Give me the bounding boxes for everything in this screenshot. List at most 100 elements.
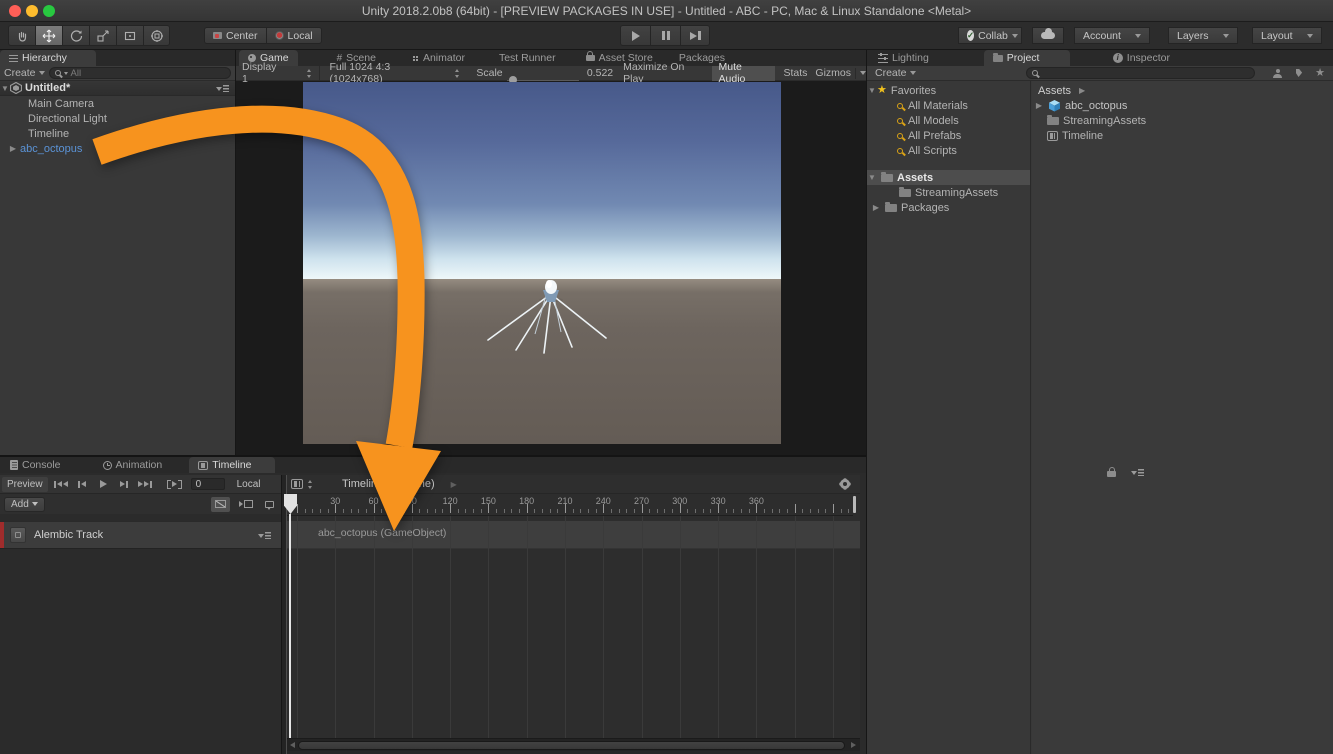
file-timeline[interactable]: Timeline — [1032, 128, 1333, 143]
timeline-hscrollbar[interactable] — [287, 738, 860, 751]
add-track-button[interactable]: Add — [4, 497, 45, 512]
marker-button[interactable] — [262, 497, 277, 512]
previous-frame-button[interactable] — [72, 477, 93, 491]
tab-hierarchy[interactable]: Hierarchy — [0, 50, 96, 66]
foldout-open-icon[interactable]: ▼ — [867, 86, 877, 95]
goto-start-button[interactable] — [51, 477, 72, 491]
pause-button[interactable] — [650, 25, 680, 46]
tab-inspector[interactable]: iInspector — [1104, 50, 1179, 66]
collab-dropdown[interactable]: Collab — [958, 27, 1022, 44]
list-icon — [9, 55, 18, 62]
preview-toggle[interactable]: Preview — [2, 477, 48, 492]
foldout-closed-icon[interactable]: ▶ — [1034, 101, 1044, 110]
mute-audio-button[interactable]: Mute Audio — [712, 66, 776, 81]
layout-dropdown[interactable]: Layout — [1252, 27, 1322, 44]
alembic-track-header[interactable]: Alembic Track — [0, 521, 281, 549]
play-range-button[interactable] — [164, 477, 185, 491]
pivot-center-button[interactable]: Center — [204, 27, 266, 44]
play-button[interactable] — [93, 477, 114, 491]
hierarchy-search-input[interactable]: All — [49, 67, 231, 79]
tree-streaming-assets[interactable]: StreamingAssets — [867, 185, 1030, 200]
play-button[interactable] — [620, 25, 650, 46]
clip-binding-label: abc_octopus (GameObject) — [318, 527, 446, 539]
goto-end-button[interactable] — [135, 477, 156, 491]
scroll-right-icon[interactable] — [851, 742, 856, 748]
layout-label: Layout — [1261, 30, 1293, 42]
favorites-filter-icon[interactable]: ★ — [1315, 68, 1325, 79]
scene-menu-icon[interactable] — [216, 84, 229, 93]
project-files: Assets ▶ ▶ abc_octopus StreamingAssets T… — [1032, 81, 1333, 754]
assets-root-selected[interactable]: ▼ Assets — [867, 170, 1030, 185]
breadcrumb-chevron-icon: ▶ — [449, 480, 459, 489]
stats-button[interactable]: Stats — [783, 67, 807, 79]
timeline-ruler[interactable]: 306090120150180210240270300330360 — [287, 494, 853, 516]
folder-icon — [1047, 117, 1059, 125]
foldout-closed-icon[interactable]: ▶ — [8, 144, 18, 153]
scene-name: Untitled* — [25, 82, 70, 94]
step-button[interactable] — [680, 25, 710, 46]
ruler-end-handle[interactable] — [853, 496, 856, 513]
create-dropdown[interactable]: Create — [875, 67, 916, 79]
insert-clip-button[interactable] — [236, 497, 256, 512]
favorite-all-scripts[interactable]: All Scripts — [867, 143, 1030, 158]
curves-view-button[interactable] — [211, 497, 230, 512]
tab-lighting[interactable]: Lighting — [869, 50, 938, 66]
account-dropdown[interactable]: Account — [1074, 27, 1150, 44]
project-search-input[interactable] — [1026, 67, 1256, 79]
frame-field[interactable]: 0 — [191, 478, 225, 490]
console-icon — [10, 460, 18, 470]
breadcrumb-label[interactable]: Assets — [1038, 85, 1071, 97]
hierarchy-item-timeline[interactable]: Timeline — [0, 126, 235, 141]
model-cube-icon — [1048, 99, 1061, 112]
updown-icon — [454, 69, 461, 78]
favorite-all-models[interactable]: All Models — [867, 113, 1030, 128]
collab-filter-icon[interactable] — [1273, 69, 1280, 78]
item-label: Directional Light — [28, 113, 107, 125]
item-label: All Prefabs — [908, 130, 961, 142]
lock-icon[interactable] — [1107, 471, 1116, 477]
hierarchy-item-directional-light[interactable]: Directional Light — [0, 111, 235, 126]
tree-packages[interactable]: ▶ Packages — [867, 200, 1030, 215]
favorite-all-prefabs[interactable]: All Prefabs — [867, 128, 1030, 143]
local-global-toggle[interactable]: Local — [237, 479, 261, 490]
label-filter-icon[interactable] — [1296, 69, 1303, 77]
next-frame-button[interactable] — [114, 477, 135, 491]
hierarchy-item-abc-octopus[interactable]: ▶ abc_octopus — [0, 141, 235, 156]
hand-tool-button[interactable] — [8, 25, 35, 46]
item-label: Packages — [901, 202, 949, 214]
scroll-left-icon[interactable] — [290, 742, 295, 748]
foldout-open-icon[interactable]: ▼ — [867, 173, 877, 182]
panel-menu-icon[interactable] — [1131, 468, 1144, 477]
tab-animation[interactable]: Animation — [94, 457, 172, 473]
gizmos-dropdown[interactable]: Gizmos — [815, 67, 866, 79]
tab-console[interactable]: Console — [1, 457, 70, 473]
hierarchy-item-main-camera[interactable]: Main Camera — [0, 96, 235, 111]
cloud-services-button[interactable] — [1032, 27, 1064, 44]
item-label: Timeline — [28, 128, 69, 140]
favorites-root[interactable]: ▼ ★ Favorites — [867, 83, 1030, 98]
pivot-local-button[interactable]: Local — [266, 27, 322, 44]
foldout-closed-icon[interactable]: ▶ — [871, 203, 881, 212]
layers-dropdown[interactable]: Layers — [1168, 27, 1238, 44]
file-abc-octopus[interactable]: ▶ abc_octopus — [1032, 98, 1333, 113]
timeline-breadcrumb[interactable]: Timeline (Timeline) — [342, 478, 435, 490]
file-streaming-assets[interactable]: StreamingAssets — [1032, 113, 1333, 128]
tab-test-runner[interactable]: Test Runner — [490, 50, 565, 66]
tab-project[interactable]: Project — [984, 50, 1070, 66]
favorite-all-materials[interactable]: All Materials — [867, 98, 1030, 113]
scrollbar-thumb[interactable] — [298, 741, 845, 750]
foldout-open-icon[interactable]: ▼ — [0, 84, 10, 93]
track-menu-icon[interactable] — [258, 531, 271, 540]
scene-header-row[interactable]: ▼ Untitled* — [0, 81, 235, 96]
tab-timeline[interactable]: Timeline — [189, 457, 275, 473]
rect-tool-button[interactable] — [116, 25, 143, 46]
create-dropdown[interactable]: Create — [4, 67, 45, 79]
scale-label: Scale — [476, 67, 502, 79]
scale-tool-button[interactable] — [89, 25, 116, 46]
transform-tool-button[interactable] — [143, 25, 170, 46]
octopus-model — [303, 82, 781, 444]
rotate-tool-button[interactable] — [62, 25, 89, 46]
star-icon: ★ — [877, 85, 887, 96]
move-tool-button[interactable] — [35, 25, 62, 46]
timeline-settings-gear-icon[interactable] — [840, 479, 850, 489]
